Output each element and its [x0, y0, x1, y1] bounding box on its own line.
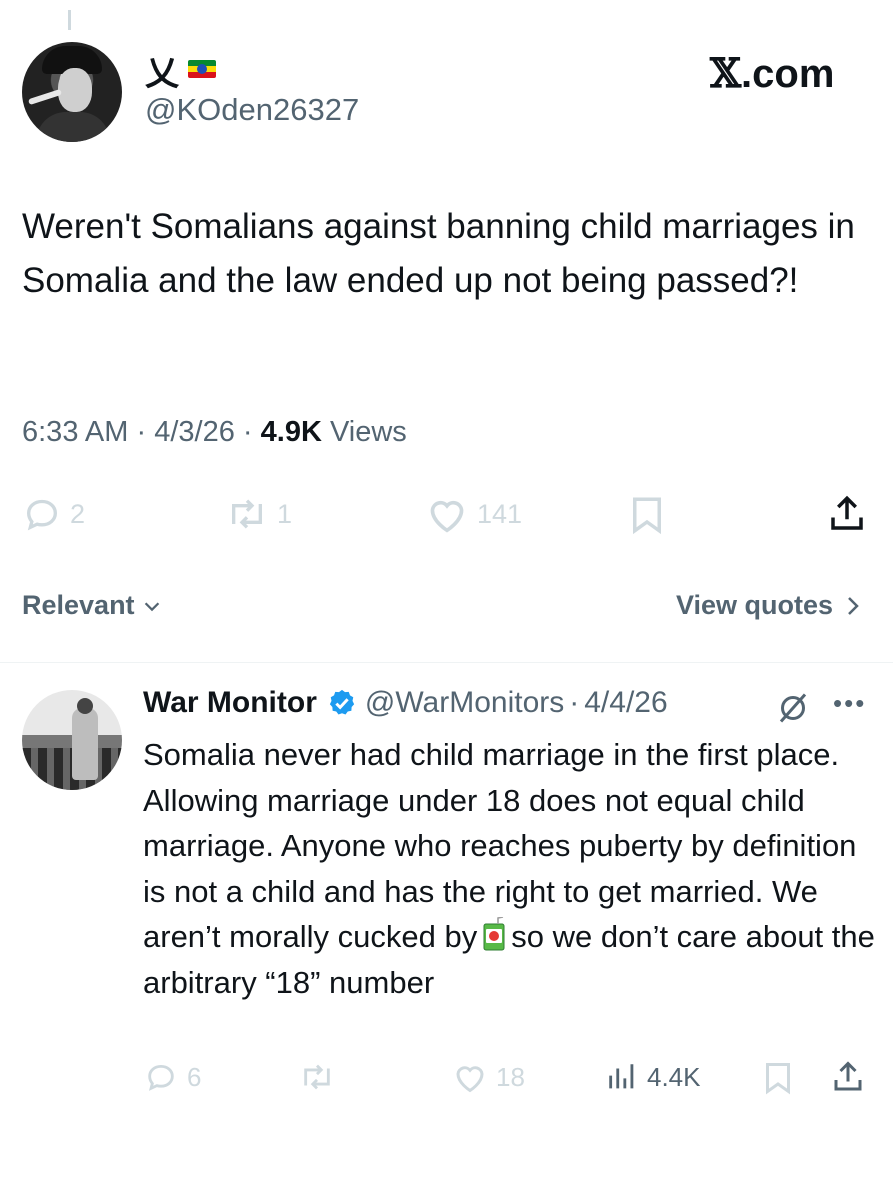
share-icon [831, 495, 863, 530]
reply-handle[interactable]: @WarMonitors [365, 686, 564, 720]
views-label: Views [329, 416, 407, 448]
heart-icon [430, 500, 464, 533]
reply-views-count: 4.4K [647, 1061, 701, 1092]
chevron-right-icon [848, 596, 859, 615]
reply-bookmark-button[interactable] [762, 1060, 794, 1096]
more-options-icon[interactable]: ••• [833, 688, 866, 719]
reply-share-button[interactable] [830, 1058, 866, 1096]
share-button[interactable] [826, 492, 868, 536]
reply-avatar[interactable] [22, 690, 122, 790]
grok-icon[interactable] [775, 690, 811, 726]
sort-label: Relevant [22, 590, 135, 620]
reply-reply-count: 6 [187, 1061, 202, 1092]
x-logo-icon: 𝕏 [710, 50, 742, 97]
verified-badge-icon [329, 689, 354, 715]
avatar[interactable] [22, 42, 122, 142]
reply-like-count: 18 [496, 1061, 525, 1092]
reply-display-name[interactable]: War Monitor [143, 686, 317, 720]
view-quotes-label: View quotes [675, 590, 833, 620]
x-com-logo: 𝕏.com [710, 50, 834, 97]
ethiopian-flag-icon [188, 60, 216, 78]
reply-text: Somalia never had child marriage in the … [143, 732, 878, 1005]
reply-repost-button[interactable] [298, 1060, 344, 1094]
reply-date[interactable]: 4/4/26 [584, 686, 667, 720]
sort-replies-dropdown[interactable]: Relevant [22, 590, 163, 621]
comment-icon [26, 499, 58, 531]
meta-separator: · [242, 416, 253, 448]
comment-icon [148, 1064, 174, 1091]
views-count: 4.9K [260, 416, 322, 448]
repost-icon [232, 499, 262, 529]
bookmark-icon [633, 497, 661, 535]
meta-separator: · [569, 686, 580, 719]
bookmark-button[interactable] [628, 494, 666, 536]
tweet-text: Weren't Somalians against banning child … [22, 207, 855, 300]
like-button[interactable]: 141 [425, 494, 522, 534]
thread-connector-line [68, 10, 71, 30]
user-handle[interactable]: @KOden26327 [145, 92, 359, 128]
section-divider [0, 662, 893, 663]
heart-icon [456, 1066, 484, 1093]
reply-views-button[interactable]: 4.4K [605, 1060, 701, 1094]
reply-button[interactable]: 2 [22, 494, 85, 534]
repost-count: 1 [277, 498, 293, 529]
display-name[interactable]: 乂 [145, 46, 180, 95]
bookmark-icon [766, 1063, 790, 1095]
like-count: 141 [477, 498, 523, 529]
reply-count: 2 [70, 498, 86, 529]
share-icon [834, 1061, 862, 1091]
repost-button[interactable]: 1 [225, 494, 292, 534]
reply-header: War Monitor @WarMonitors · 4/4/26 [143, 686, 668, 720]
chevron-down-icon [144, 601, 159, 611]
reply-like-button[interactable]: 18 [452, 1060, 525, 1094]
reply-reply-button[interactable]: 6 [143, 1060, 201, 1094]
repost-icon [304, 1064, 330, 1090]
analytics-icon [609, 1064, 634, 1089]
brand-domain-text: .com [741, 52, 835, 96]
juice-box-emoji [483, 916, 505, 951]
view-quotes-link[interactable]: View quotes [676, 590, 863, 621]
tweet-date[interactable]: 4/3/26 [154, 416, 235, 448]
tweet-meta: 6:33 AM · 4/3/26 · 4.9K Views [22, 416, 407, 449]
meta-separator: · [136, 416, 147, 448]
tweet-time[interactable]: 6:33 AM [22, 416, 128, 448]
